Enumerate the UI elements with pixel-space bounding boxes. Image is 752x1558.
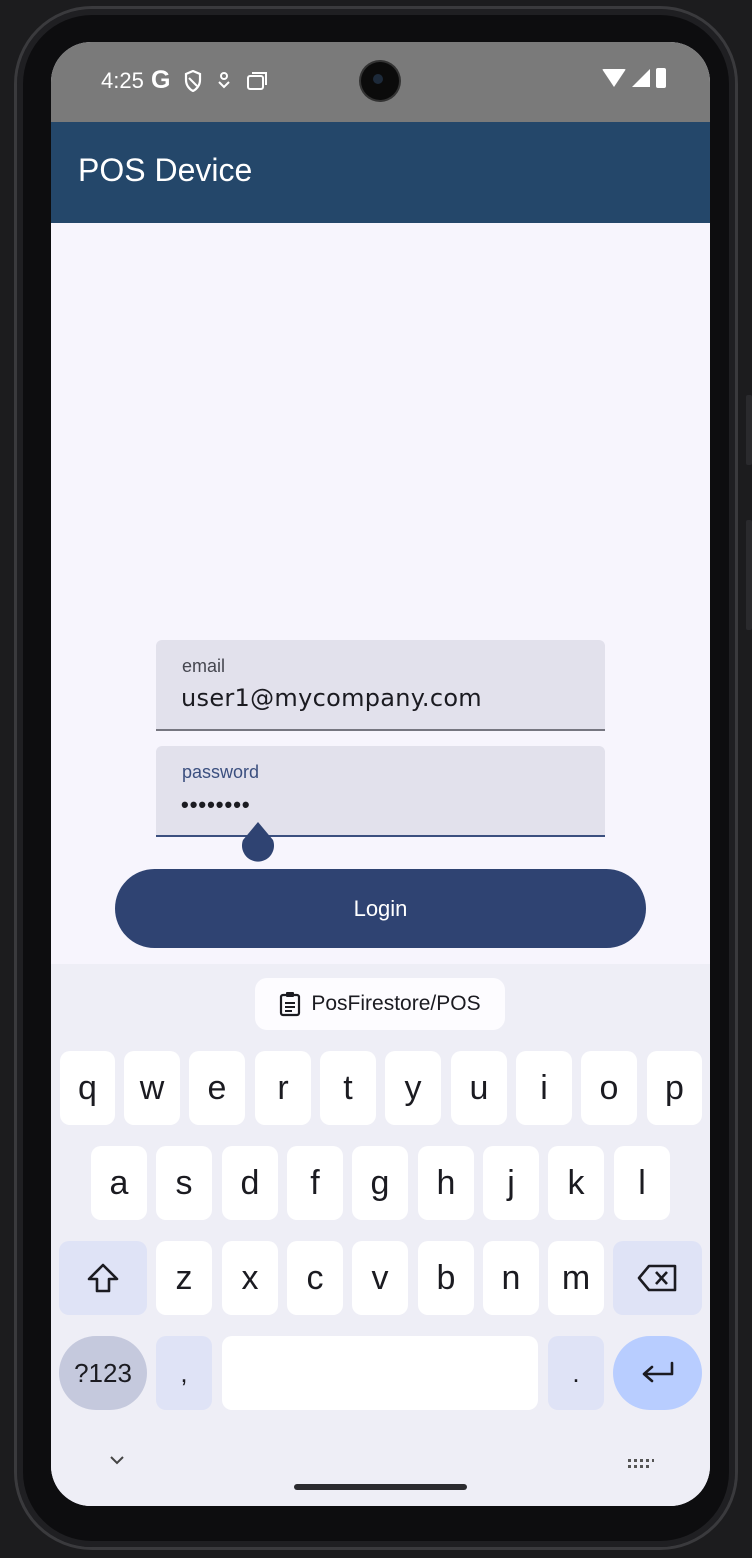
front-camera <box>361 62 399 100</box>
key-r[interactable]: r <box>255 1051 311 1125</box>
key-v[interactable]: v <box>352 1241 408 1315</box>
copy-icon <box>247 71 268 90</box>
signal-icon <box>632 69 650 87</box>
app-bar: POS Device <box>51 122 710 223</box>
power-button <box>746 395 752 465</box>
key-l[interactable]: l <box>614 1146 670 1220</box>
key-h[interactable]: h <box>418 1146 474 1220</box>
enter-icon <box>642 1361 673 1383</box>
key-i[interactable]: i <box>516 1051 572 1125</box>
shift-key[interactable] <box>59 1241 147 1315</box>
key-b[interactable]: b <box>418 1241 474 1315</box>
password-label: password <box>182 762 260 782</box>
status-icons-left: G <box>151 66 268 95</box>
enter-key[interactable] <box>613 1336 702 1410</box>
backspace-key[interactable] <box>613 1241 702 1315</box>
hide-keyboard-icon[interactable] <box>109 1452 125 1468</box>
app-title: POS Device <box>78 152 253 188</box>
key-w[interactable]: w <box>124 1051 180 1125</box>
key-p[interactable]: p <box>647 1051 702 1125</box>
password-value[interactable]: •••••••• <box>181 792 251 818</box>
status-time: 4:25 <box>101 68 144 93</box>
key-g[interactable]: g <box>352 1146 408 1220</box>
login-button-label: Login <box>353 895 408 921</box>
shield-icon <box>185 69 202 92</box>
period-key[interactable]: . <box>548 1336 604 1410</box>
space-key[interactable] <box>222 1336 538 1410</box>
key-s[interactable]: s <box>156 1146 212 1220</box>
google-icon: G <box>151 66 171 94</box>
volume-button <box>746 520 752 630</box>
key-a[interactable]: a <box>91 1146 147 1220</box>
key-e[interactable]: e <box>189 1051 245 1125</box>
key-q[interactable]: q <box>60 1051 115 1125</box>
key-x[interactable]: x <box>222 1241 278 1315</box>
soft-keyboard: PosFirestore/POS q w e r t y u i o p a s… <box>51 964 710 1506</box>
wifi-icon <box>602 69 626 87</box>
clipboard-suggestion-text: PosFirestore/POS <box>311 992 481 1015</box>
battery-icon <box>656 68 666 88</box>
key-y[interactable]: y <box>385 1051 441 1125</box>
key-z[interactable]: z <box>156 1241 212 1315</box>
backspace-icon <box>637 1264 676 1292</box>
key-f[interactable]: f <box>287 1146 343 1220</box>
key-d[interactable]: d <box>222 1146 278 1220</box>
download-icon <box>218 71 231 88</box>
key-c[interactable]: c <box>287 1241 343 1315</box>
key-o[interactable]: o <box>581 1051 637 1125</box>
phone-screen: 4:25 G POS Device email user1@mycompany.… <box>51 42 710 1506</box>
text-cursor-handle[interactable] <box>241 822 275 862</box>
password-field[interactable]: password •••••••• <box>156 746 605 837</box>
key-u[interactable]: u <box>451 1051 507 1125</box>
keyboard-switch-icon[interactable] <box>627 1457 655 1473</box>
status-bar: 4:25 G <box>51 42 710 122</box>
comma-key[interactable]: , <box>156 1336 212 1410</box>
key-n[interactable]: n <box>483 1241 539 1315</box>
email-label: email <box>182 656 226 676</box>
login-button[interactable]: Login <box>115 869 646 948</box>
symbols-key[interactable]: ?123 <box>59 1336 147 1410</box>
key-j[interactable]: j <box>483 1146 539 1220</box>
key-k[interactable]: k <box>548 1146 604 1220</box>
home-indicator[interactable] <box>294 1484 467 1490</box>
status-icons-right <box>602 68 666 88</box>
clipboard-icon <box>280 992 301 1017</box>
shift-icon <box>87 1263 119 1293</box>
email-field[interactable]: email user1@mycompany.com <box>156 640 605 731</box>
email-value[interactable]: user1@mycompany.com <box>181 684 482 712</box>
key-m[interactable]: m <box>548 1241 604 1315</box>
clipboard-suggestion[interactable]: PosFirestore/POS <box>255 978 505 1030</box>
key-t[interactable]: t <box>320 1051 376 1125</box>
